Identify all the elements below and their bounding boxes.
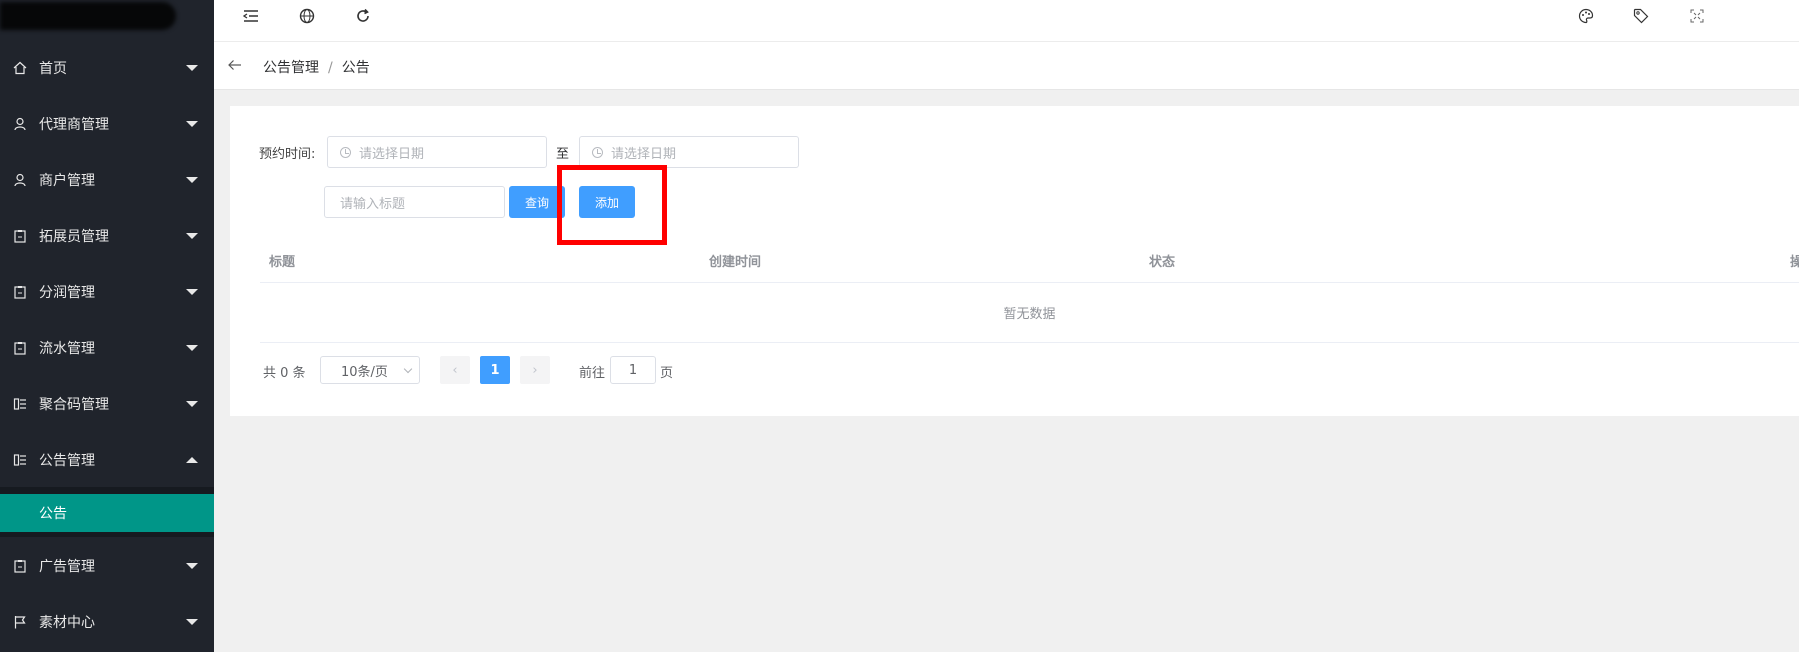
chevron-down-icon — [186, 177, 198, 183]
clipboard-icon — [13, 341, 27, 355]
user-icon — [13, 173, 27, 187]
goto-label: 前往 — [579, 366, 606, 381]
page-size-value: 10条/页 — [341, 364, 388, 380]
chevron-down-icon — [186, 233, 198, 239]
logo-redacted — [0, 2, 176, 30]
refresh-icon[interactable] — [354, 7, 372, 25]
sidebar-item-ads[interactable]: 广告管理 — [0, 538, 214, 594]
top-header — [214, 0, 1799, 42]
column-header-status: 状态 — [1149, 255, 1176, 270]
column-header-created: 创建时间 — [709, 255, 762, 270]
sidebar-subitem-label: 公告 — [39, 506, 67, 522]
list-icon — [13, 453, 27, 467]
clock-icon — [592, 146, 603, 158]
logo — [0, 0, 214, 34]
clipboard-icon — [13, 559, 27, 573]
sidebar-item-label: 聚合码管理 — [39, 397, 109, 413]
next-page-button[interactable]: › — [520, 356, 550, 384]
breadcrumb-item[interactable]: 公告管理 — [263, 60, 319, 76]
column-header-actions: 操 — [1790, 255, 1799, 270]
sidebar-item-expander[interactable]: 拓展员管理 — [0, 208, 214, 264]
sidebar-item-label: 代理商管理 — [39, 117, 109, 133]
list-icon — [13, 397, 27, 411]
sidebar-item-label: 素材中心 — [39, 615, 95, 631]
sidebar-item-label: 分润管理 — [39, 285, 95, 301]
sidebar-item-materials[interactable]: 素材中心 — [0, 594, 214, 650]
goto-suffix: 页 — [660, 366, 674, 381]
end-date-placeholder: 请选择日期 — [611, 146, 677, 162]
flag-icon — [13, 615, 27, 629]
sidebar-subitem-notice[interactable]: 公告 — [0, 494, 214, 532]
breadcrumb-separator: / — [328, 60, 333, 76]
sidebar-item-label: 商户管理 — [39, 173, 95, 189]
back-arrow-icon[interactable] — [228, 56, 242, 75]
sidebar-item-home[interactable]: 首页 — [0, 40, 214, 96]
sidebar-item-profit[interactable]: 分润管理 — [0, 264, 214, 320]
time-label: 预约时间: — [259, 147, 316, 162]
fullscreen-icon[interactable] — [1688, 7, 1706, 25]
pagination-total: 共 0 条 — [263, 366, 306, 381]
menu-fold-icon[interactable] — [242, 7, 260, 25]
chevron-down-icon — [186, 289, 198, 295]
empty-text: 暂无数据 — [1003, 307, 1056, 322]
range-separator: 至 — [556, 147, 570, 162]
sidebar: 首页 代理商管理 商户管理 拓展员管理 分润管理 流水管理 聚合码管理 公告管理… — [0, 0, 214, 652]
table-header: 标题 创建时间 状态 操 — [260, 247, 1799, 283]
start-date-placeholder: 请选择日期 — [359, 146, 425, 162]
annotation-highlight-box — [557, 165, 667, 245]
title-search-input[interactable]: 请输入标题 — [324, 186, 505, 218]
sidebar-item-label: 公告管理 — [39, 453, 95, 469]
chevron-down-icon — [186, 65, 198, 71]
chevron-down-icon — [186, 563, 198, 569]
chevron-down-icon — [186, 401, 198, 407]
chevron-down-icon — [186, 619, 198, 625]
sidebar-item-merchant[interactable]: 商户管理 — [0, 152, 214, 208]
start-date-input[interactable]: 请选择日期 — [327, 136, 547, 168]
sidebar-item-qrcode[interactable]: 聚合码管理 — [0, 376, 214, 432]
clock-icon — [340, 146, 351, 158]
column-header-title: 标题 — [269, 255, 296, 270]
palette-icon[interactable] — [1577, 7, 1595, 25]
sidebar-item-notice[interactable]: 公告管理 — [0, 432, 214, 488]
sidebar-item-label: 首页 — [39, 61, 67, 77]
chevron-down-icon — [403, 364, 413, 374]
sidebar-item-label: 流水管理 — [39, 341, 95, 357]
end-date-input[interactable]: 请选择日期 — [579, 136, 799, 168]
breadcrumb: 公告管理 / 公告 — [263, 57, 370, 77]
prev-page-button[interactable]: ‹ — [440, 356, 470, 384]
tag-icon[interactable] — [1632, 7, 1650, 25]
globe-icon[interactable] — [298, 7, 316, 25]
chevron-down-icon — [186, 345, 198, 351]
page-size-select[interactable]: 10条/页 — [320, 356, 420, 384]
title-placeholder: 请输入标题 — [340, 196, 406, 212]
user-icon — [13, 117, 27, 131]
clipboard-icon — [13, 229, 27, 243]
home-icon — [13, 61, 27, 75]
clipboard-icon — [13, 285, 27, 299]
sidebar-item-agent[interactable]: 代理商管理 — [0, 96, 214, 152]
page-button-current[interactable]: 1 — [480, 356, 510, 384]
breadcrumb-bar: 公告管理 / 公告 — [214, 42, 1799, 90]
sidebar-item-label: 拓展员管理 — [39, 229, 109, 245]
breadcrumb-item-current: 公告 — [341, 60, 370, 76]
sidebar-item-label: 广告管理 — [39, 559, 95, 575]
table-empty-row: 暂无数据 — [260, 283, 1799, 343]
chevron-down-icon — [186, 121, 198, 127]
sidebar-item-flow[interactable]: 流水管理 — [0, 320, 214, 376]
goto-page-input[interactable]: 1 — [610, 356, 656, 384]
chevron-up-icon — [186, 457, 198, 463]
